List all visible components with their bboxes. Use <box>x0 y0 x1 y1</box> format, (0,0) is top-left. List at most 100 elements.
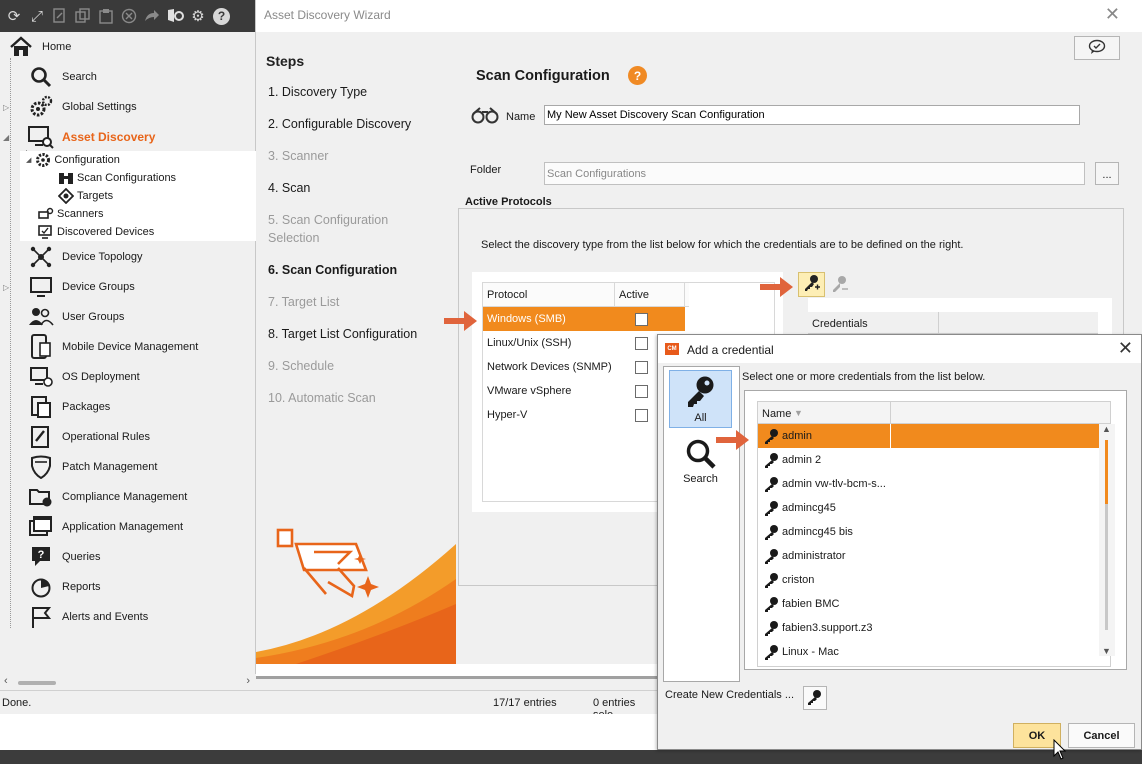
binoculars-icon <box>58 170 74 186</box>
nav-search[interactable]: Search <box>0 62 256 92</box>
category-all[interactable]: All <box>669 370 732 428</box>
monitor-group-icon <box>28 274 54 300</box>
tree-scan-configurations[interactable]: Scan Configurations <box>58 169 176 187</box>
copy-icon[interactable] <box>73 6 93 26</box>
sort-icon[interactable]: ▼ <box>794 408 803 418</box>
active-column-header[interactable]: Active <box>615 283 685 307</box>
key-icon <box>764 548 780 564</box>
annotation-arrow-icon <box>760 277 793 297</box>
credential-list-scrollbar[interactable]: ▲ ▼ <box>1099 424 1115 656</box>
create-credentials-button[interactable] <box>803 686 827 710</box>
credentials-column-header[interactable]: Credentials <box>808 312 1098 334</box>
tree-configuration[interactable]: ◢ Configuration <box>26 151 120 169</box>
nav-asset-discovery[interactable]: ◢ Asset Discovery <box>0 122 256 152</box>
step-scan-configuration[interactable]: 6. Scan Configuration <box>268 261 448 279</box>
protocol-row[interactable]: Linux/Unix (SSH) <box>483 331 685 355</box>
nav-patch-management[interactable]: Patch Management <box>0 452 256 482</box>
feedback-button[interactable] <box>1074 36 1120 60</box>
credential-row[interactable]: fabien3.support.z3 <box>758 616 1110 640</box>
nav-queries[interactable]: ? Queries <box>0 542 256 572</box>
credential-row[interactable]: administrator <box>758 544 1110 568</box>
tree-discovered-devices[interactable]: Discovered Devices <box>38 223 154 241</box>
fullscreen-icon[interactable]: ⤢ <box>27 6 47 26</box>
gear-icon[interactable]: ⚙ <box>188 6 208 26</box>
packages-icon <box>28 394 54 420</box>
step-discovery-type[interactable]: 1. Discovery Type <box>268 83 448 101</box>
protocol-row[interactable]: Network Devices (SNMP) <box>483 355 685 379</box>
export-icon[interactable] <box>50 6 70 26</box>
protocol-row[interactable]: Hyper-V <box>483 403 685 427</box>
scroll-right-icon[interactable]: › <box>246 675 250 687</box>
credential-row[interactable]: criston <box>758 568 1110 592</box>
scroll-thumb[interactable] <box>1105 440 1108 504</box>
protocol-name: Linux/Unix (SSH) <box>487 337 572 349</box>
collapse-icon[interactable]: ◢ <box>3 133 9 142</box>
cancel-button[interactable]: Cancel <box>1068 723 1135 748</box>
protocol-row[interactable]: VMware vSphere <box>483 379 685 403</box>
expand-icon[interactable]: ▷ <box>3 283 9 292</box>
nav-user-groups[interactable]: User Groups <box>0 302 256 332</box>
active-checkbox[interactable] <box>635 336 648 350</box>
name-column-header[interactable]: Name ▼ <box>758 402 1110 424</box>
nav-packages[interactable]: Packages <box>0 392 256 422</box>
remove-credential-button[interactable] <box>828 274 852 296</box>
annotation-arrow-icon <box>716 430 749 450</box>
active-checkbox[interactable] <box>635 384 648 398</box>
add-credential-button[interactable] <box>798 272 825 297</box>
protocol-column-header[interactable]: Protocol <box>483 283 615 307</box>
nav-home[interactable]: Home <box>0 32 256 62</box>
credential-row[interactable]: Linux - Mac <box>758 640 1110 664</box>
scroll-thumb[interactable] <box>18 681 56 685</box>
tree-scanners[interactable]: Scanners <box>38 205 103 223</box>
step-configurable-discovery[interactable]: 2. Configurable Discovery <box>268 115 448 133</box>
nav-reports[interactable]: Reports <box>0 572 256 602</box>
credential-name: Linux - Mac <box>782 646 839 658</box>
rules-icon <box>28 424 54 450</box>
step-target-list-configuration[interactable]: 8. Target List Configuration <box>268 325 448 343</box>
active-checkbox[interactable]: ✔ <box>635 312 648 326</box>
name-input[interactable] <box>544 105 1080 125</box>
refresh-icon[interactable]: ⟳ <box>4 6 24 26</box>
nav-global-settings[interactable]: ▷ Global Settings <box>0 92 256 122</box>
nav-device-topology[interactable]: Device Topology <box>0 242 256 272</box>
tree-targets[interactable]: Targets <box>58 187 113 205</box>
credential-row[interactable]: admin <box>758 424 1110 448</box>
collapse-icon[interactable]: ◢ <box>26 156 31 164</box>
nav-mobile-device-management[interactable]: Mobile Device Management <box>0 332 256 362</box>
nav-operational-rules[interactable]: Operational Rules <box>0 422 256 452</box>
active-checkbox[interactable] <box>635 408 648 422</box>
nav-alerts-and-events[interactable]: Alerts and Events <box>0 602 256 632</box>
credential-row[interactable]: fabien BMC <box>758 592 1110 616</box>
nav-horizontal-scrollbar[interactable]: ‹ › <box>0 674 256 690</box>
cancel-icon[interactable] <box>119 6 139 26</box>
nav-device-groups[interactable]: ▷ Device Groups <box>0 272 256 302</box>
shield-settings-icon[interactable] <box>165 6 185 26</box>
expand-icon[interactable]: ▷ <box>3 103 9 112</box>
close-icon[interactable]: ✕ <box>1105 4 1120 25</box>
step-scan[interactable]: 4. Scan <box>268 179 448 197</box>
protocol-row[interactable]: Windows (SMB) ✔ <box>483 307 685 331</box>
credential-row[interactable]: admincg45 bis <box>758 520 1110 544</box>
asset-discovery-subtree: ◢ Configuration Scan Configurations Targ… <box>20 151 256 241</box>
help-icon[interactable]: ? <box>213 7 230 25</box>
clipboard-icon[interactable] <box>96 6 116 26</box>
forward-icon[interactable] <box>142 6 162 26</box>
active-checkbox[interactable] <box>635 360 648 374</box>
nav-os-deployment[interactable]: OS Deployment <box>0 362 256 392</box>
close-icon[interactable]: ✕ <box>1118 338 1133 359</box>
scroll-left-icon[interactable]: ‹ <box>4 675 8 687</box>
credential-row[interactable]: admincg45 <box>758 496 1110 520</box>
scroll-down-icon[interactable]: ▼ <box>1102 646 1111 656</box>
credential-row[interactable]: admin 2 <box>758 448 1110 472</box>
discovered-device-icon <box>38 224 54 240</box>
splitter[interactable] <box>256 676 658 690</box>
wizard-steps-panel: Steps 1. Discovery Type 2. Configurable … <box>256 32 456 664</box>
folder-browse-button[interactable]: ... <box>1095 162 1119 185</box>
scroll-up-icon[interactable]: ▲ <box>1102 424 1111 434</box>
wizard-decoration <box>256 528 456 664</box>
credential-row[interactable]: admin vw-tlv-bcm-s... <box>758 472 1110 496</box>
annotation-arrow-icon <box>444 311 477 331</box>
help-icon[interactable]: ? <box>628 66 647 85</box>
nav-compliance-management[interactable]: Compliance Management <box>0 482 256 512</box>
nav-application-management[interactable]: Application Management <box>0 512 256 542</box>
